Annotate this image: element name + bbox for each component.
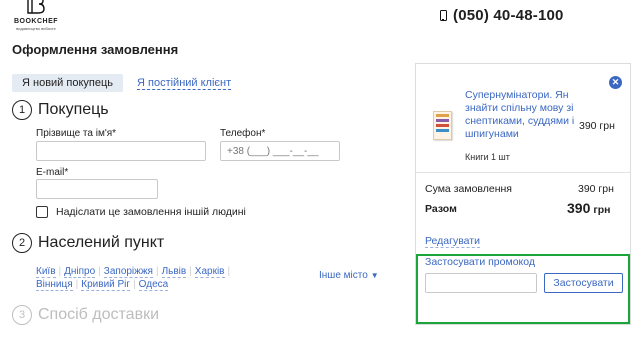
cart-item-title[interactable]: Супернумінатори. Ян знайти спільну мову … bbox=[465, 89, 575, 141]
promo-code-input[interactable] bbox=[425, 273, 537, 293]
city-separator: | bbox=[58, 266, 62, 277]
bookchef-logo-icon bbox=[27, 0, 45, 14]
step-city: 2 Населений пункт bbox=[12, 233, 164, 253]
step-title: Населений пункт bbox=[38, 234, 165, 251]
phone-icon bbox=[440, 10, 447, 21]
email-input[interactable] bbox=[36, 179, 158, 199]
step-title: Покупець bbox=[38, 101, 109, 118]
city-link-odesa[interactable]: Одеса bbox=[138, 279, 169, 291]
book-cover-icon[interactable] bbox=[433, 111, 452, 140]
city-link-kharkiv[interactable]: Харків bbox=[194, 266, 225, 278]
phone-input[interactable] bbox=[220, 141, 340, 161]
buyer-tabs: Я новий покупець Я постійний клієнт bbox=[12, 74, 232, 92]
email-label: E-mail* bbox=[36, 167, 69, 178]
close-icon[interactable]: ✕ bbox=[609, 76, 622, 89]
name-input[interactable] bbox=[36, 141, 206, 161]
tab-new-buyer[interactable]: Я новий покупець bbox=[12, 74, 123, 92]
name-label: Прізвище та ім'я* bbox=[36, 128, 117, 139]
apply-promo-button[interactable]: Застосувати bbox=[544, 273, 623, 293]
subtotal-label: Сума замовлення bbox=[425, 183, 512, 195]
city-link-lviv[interactable]: Львів bbox=[161, 266, 187, 278]
step-buyer: 1 Покупець bbox=[12, 100, 109, 120]
subtotal-value: 390 грн bbox=[578, 183, 614, 195]
phone-number: (050) 40-48-100 bbox=[453, 7, 564, 24]
header-phone[interactable]: (050) 40-48-100 bbox=[440, 7, 564, 24]
tab-returning-client[interactable]: Я постійний клієнт bbox=[137, 77, 232, 90]
city-link-dnipro[interactable]: Дніпро bbox=[64, 266, 96, 278]
phone-label: Телефон* bbox=[220, 128, 266, 139]
total-currency: грн bbox=[593, 204, 611, 216]
city-link-kyiv[interactable]: Київ bbox=[36, 266, 56, 278]
step-title: Спосіб доставки bbox=[38, 306, 159, 323]
step-delivery: 3 Спосіб доставки bbox=[12, 305, 159, 325]
city-link-vinnytsia[interactable]: Вінниця bbox=[36, 279, 73, 291]
city-separator: | bbox=[189, 266, 192, 277]
total-value: 390 грн bbox=[567, 200, 611, 216]
brand-tagline: видавництво вибачте bbox=[16, 26, 56, 31]
city-separator: | bbox=[75, 279, 79, 290]
city-separator: | bbox=[98, 266, 101, 277]
edit-cart-link[interactable]: Редагувати bbox=[425, 235, 480, 248]
cart-item-quantity: Книги 1 шт bbox=[465, 152, 510, 162]
city-separator: | bbox=[133, 279, 136, 290]
city-link-kryvyi-rih[interactable]: Кривий Ріг bbox=[81, 279, 131, 291]
page-title: Оформлення замовлення bbox=[12, 42, 179, 57]
cart-divider bbox=[415, 172, 631, 173]
city-separator: | bbox=[155, 266, 159, 277]
city-link-zaporizhzhia[interactable]: Запоріжжя bbox=[103, 266, 153, 278]
other-person-label[interactable]: Надіслати це замовлення іншій людині bbox=[56, 206, 246, 218]
promo-label: Застосувати промокод bbox=[425, 256, 535, 268]
step-number: 3 bbox=[12, 305, 32, 325]
cart-item-price: 390 грн bbox=[579, 120, 615, 132]
brand-name: BOOKCHEF bbox=[13, 18, 59, 25]
step-number: 2 bbox=[12, 233, 32, 253]
other-city-dropdown[interactable]: Інше місто ▼ bbox=[319, 270, 379, 281]
total-amount: 390 bbox=[567, 200, 591, 216]
step-number: 1 bbox=[12, 100, 32, 120]
total-label: Разом bbox=[425, 203, 457, 215]
brand-logo[interactable]: BOOKCHEF видавництво вибачте bbox=[6, 0, 66, 32]
chevron-down-icon: ▼ bbox=[370, 271, 379, 280]
other-person-checkbox[interactable] bbox=[36, 206, 48, 218]
city-separator: | bbox=[227, 266, 231, 277]
other-city-label: Інше місто bbox=[319, 270, 368, 281]
city-list: Київ | Дніпро | Запоріжжя | Львів | Харків | Вінн… bbox=[36, 265, 296, 291]
